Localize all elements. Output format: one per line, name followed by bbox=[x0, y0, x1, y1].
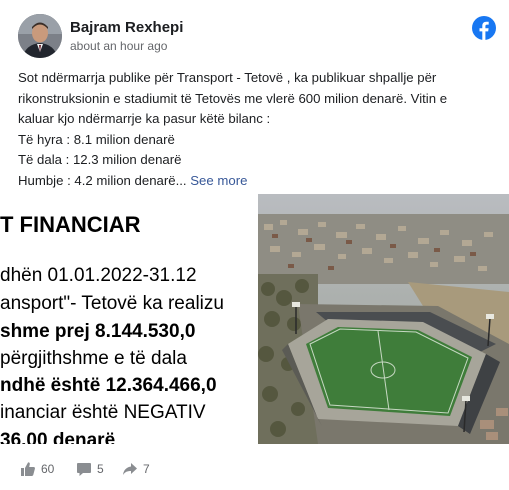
post-text-line: kaluar kjo ndërmarrje ka pasur këtë bila… bbox=[18, 111, 271, 127]
post-text-truncated: Humbje : 4.2 milion denarë... bbox=[18, 172, 187, 188]
post-text-line: Humbje : 4.2 milion denarë... See more bbox=[18, 171, 496, 192]
post-media: T FINANCIAR dhën 01.01.2022-31.12 anspor… bbox=[0, 194, 509, 444]
stadium-aerial-photo[interactable] bbox=[258, 194, 509, 444]
post-text: Sot ndërmarrja publike për Transport - T… bbox=[18, 68, 496, 192]
post-text-line: Të dala : 12.3 milion denarë bbox=[18, 152, 182, 168]
comment-count-value: 5 bbox=[97, 462, 104, 476]
share-count-value: 7 bbox=[143, 462, 150, 476]
comment-icon bbox=[76, 461, 97, 477]
share-count[interactable]: 7 bbox=[122, 461, 150, 477]
document-row: 36.00 denarë bbox=[0, 430, 116, 444]
facebook-icon[interactable] bbox=[472, 16, 496, 40]
author-name[interactable]: Bajram Rexhepi bbox=[70, 19, 183, 36]
document-heading: T FINANCIAR bbox=[0, 212, 141, 237]
avatar[interactable] bbox=[18, 14, 62, 58]
post-header: Bajram Rexhepi about an hour ago bbox=[18, 14, 496, 60]
document-row: dhën 01.01.2022-31.12 bbox=[0, 265, 197, 286]
document-row: shme prej 8.144.530,0 bbox=[0, 321, 196, 342]
see-more-link[interactable]: See more bbox=[190, 173, 247, 188]
post-text-line: Sot ndërmarrja publike për Transport - T… bbox=[18, 70, 437, 85]
post-footer: 60 5 7 bbox=[18, 458, 496, 482]
facebook-post-card: Bajram Rexhepi about an hour ago Sot ndë… bbox=[0, 0, 509, 490]
post-text-line: Të hyra : 8.1 milion denarë bbox=[18, 131, 175, 147]
post-text-line: rikonstruksionin e stadiumit të Tetovës … bbox=[18, 90, 448, 106]
like-count[interactable]: 60 bbox=[20, 461, 54, 477]
share-icon bbox=[122, 461, 143, 477]
thumbs-up-icon bbox=[20, 461, 41, 477]
document-row: inanciar është NEGATIV bbox=[0, 402, 206, 423]
document-row: ndhë është 12.364.466,0 bbox=[0, 375, 217, 396]
document-row: përgjithshme e të dala bbox=[0, 348, 187, 369]
like-count-value: 60 bbox=[41, 462, 55, 476]
financial-document-image[interactable]: T FINANCIAR dhën 01.01.2022-31.12 anspor… bbox=[0, 194, 253, 444]
post-timestamp[interactable]: about an hour ago bbox=[70, 39, 167, 53]
document-row: ansport"- Tetovë ka realizu bbox=[0, 293, 224, 314]
comment-count[interactable]: 5 bbox=[76, 461, 104, 477]
